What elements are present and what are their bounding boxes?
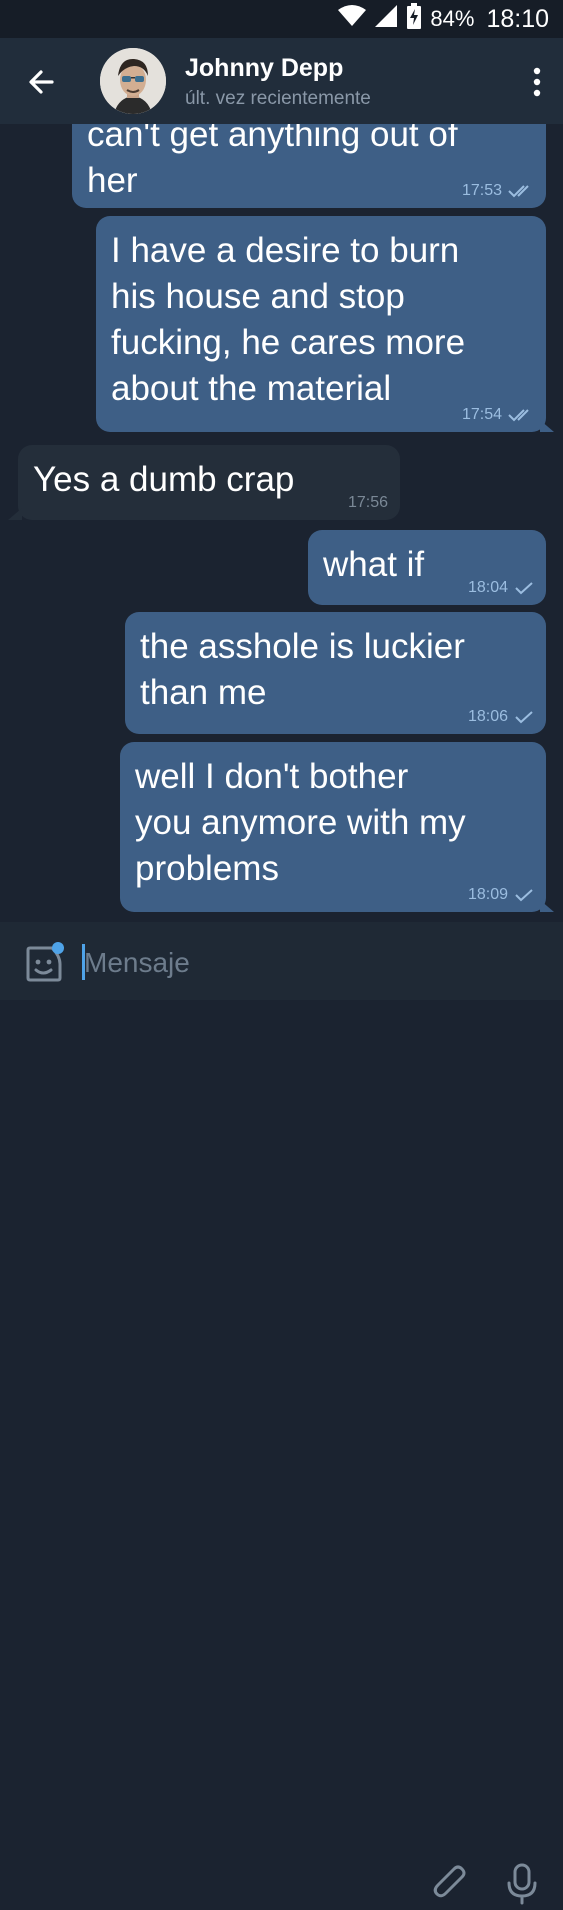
- message-text: Yes a dumb crap: [33, 460, 295, 499]
- back-button[interactable]: [22, 62, 62, 102]
- single-check-icon: [515, 889, 533, 902]
- message-time: 18:06: [467, 708, 508, 725]
- microphone-icon: [507, 1863, 537, 1905]
- arrow-left-icon: [29, 70, 54, 94]
- clock: 18:10: [486, 4, 549, 33]
- emoji-sticker-button[interactable]: [22, 942, 66, 986]
- bubble-tail: [8, 508, 22, 520]
- single-check-icon: [515, 711, 533, 724]
- message-time: 18:04: [467, 579, 508, 596]
- message-time: 18:09: [467, 886, 508, 903]
- contact-last-seen: últ. vez recientemente: [185, 88, 371, 109]
- attach-button[interactable]: [430, 1861, 470, 1905]
- wifi-icon: [338, 5, 367, 33]
- message-bubble-outgoing[interactable]: the asshole is luckier than me 18:06: [125, 612, 546, 734]
- bubble-tail: [540, 900, 554, 912]
- bubble-tail: [540, 420, 554, 432]
- more-vertical-icon: [533, 67, 541, 97]
- message-bubble-outgoing[interactable]: well I don't bother you anymore with my …: [120, 742, 546, 912]
- chat-header: Johnny Depp últ. vez recientemente: [0, 38, 563, 124]
- signal-icon: [374, 4, 398, 34]
- message-bubble-incoming[interactable]: Yes a dumb crap 17:56: [18, 445, 400, 520]
- message-input[interactable]: [84, 944, 404, 982]
- message-text: the asshole is luckier than me: [140, 627, 465, 712]
- voice-record-button[interactable]: [504, 1861, 540, 1905]
- more-menu-button[interactable]: [529, 64, 545, 100]
- message-time: 17:54: [461, 406, 502, 423]
- battery-icon: [406, 3, 422, 35]
- message-text: can't get anything out of her: [87, 124, 458, 200]
- paperclip-icon: [433, 1865, 466, 1898]
- message-list[interactable]: can't get anything out of her 17:53 I ha…: [0, 124, 563, 922]
- status-bar: 84% 18:10: [0, 0, 563, 38]
- contact-name[interactable]: Johnny Depp: [185, 54, 343, 83]
- double-check-icon: [508, 409, 529, 422]
- single-check-icon: [515, 582, 533, 595]
- message-bubble-outgoing[interactable]: I have a desire to burn his house and st…: [96, 216, 546, 432]
- message-text: what if: [323, 545, 425, 584]
- sticker-icon: [26, 942, 64, 982]
- double-check-icon: [508, 185, 529, 198]
- message-bubble-outgoing[interactable]: can't get anything out of her 17:53: [72, 124, 546, 208]
- message-bubble-outgoing[interactable]: what if 18:04: [308, 530, 546, 605]
- message-time: 17:56: [347, 494, 388, 511]
- message-text: well I don't bother you anymore with my …: [135, 757, 466, 888]
- message-text: I have a desire to burn his house and st…: [111, 231, 466, 408]
- avatar[interactable]: [100, 48, 166, 114]
- message-time: 17:53: [461, 182, 502, 199]
- battery-percent: 84%: [430, 6, 475, 31]
